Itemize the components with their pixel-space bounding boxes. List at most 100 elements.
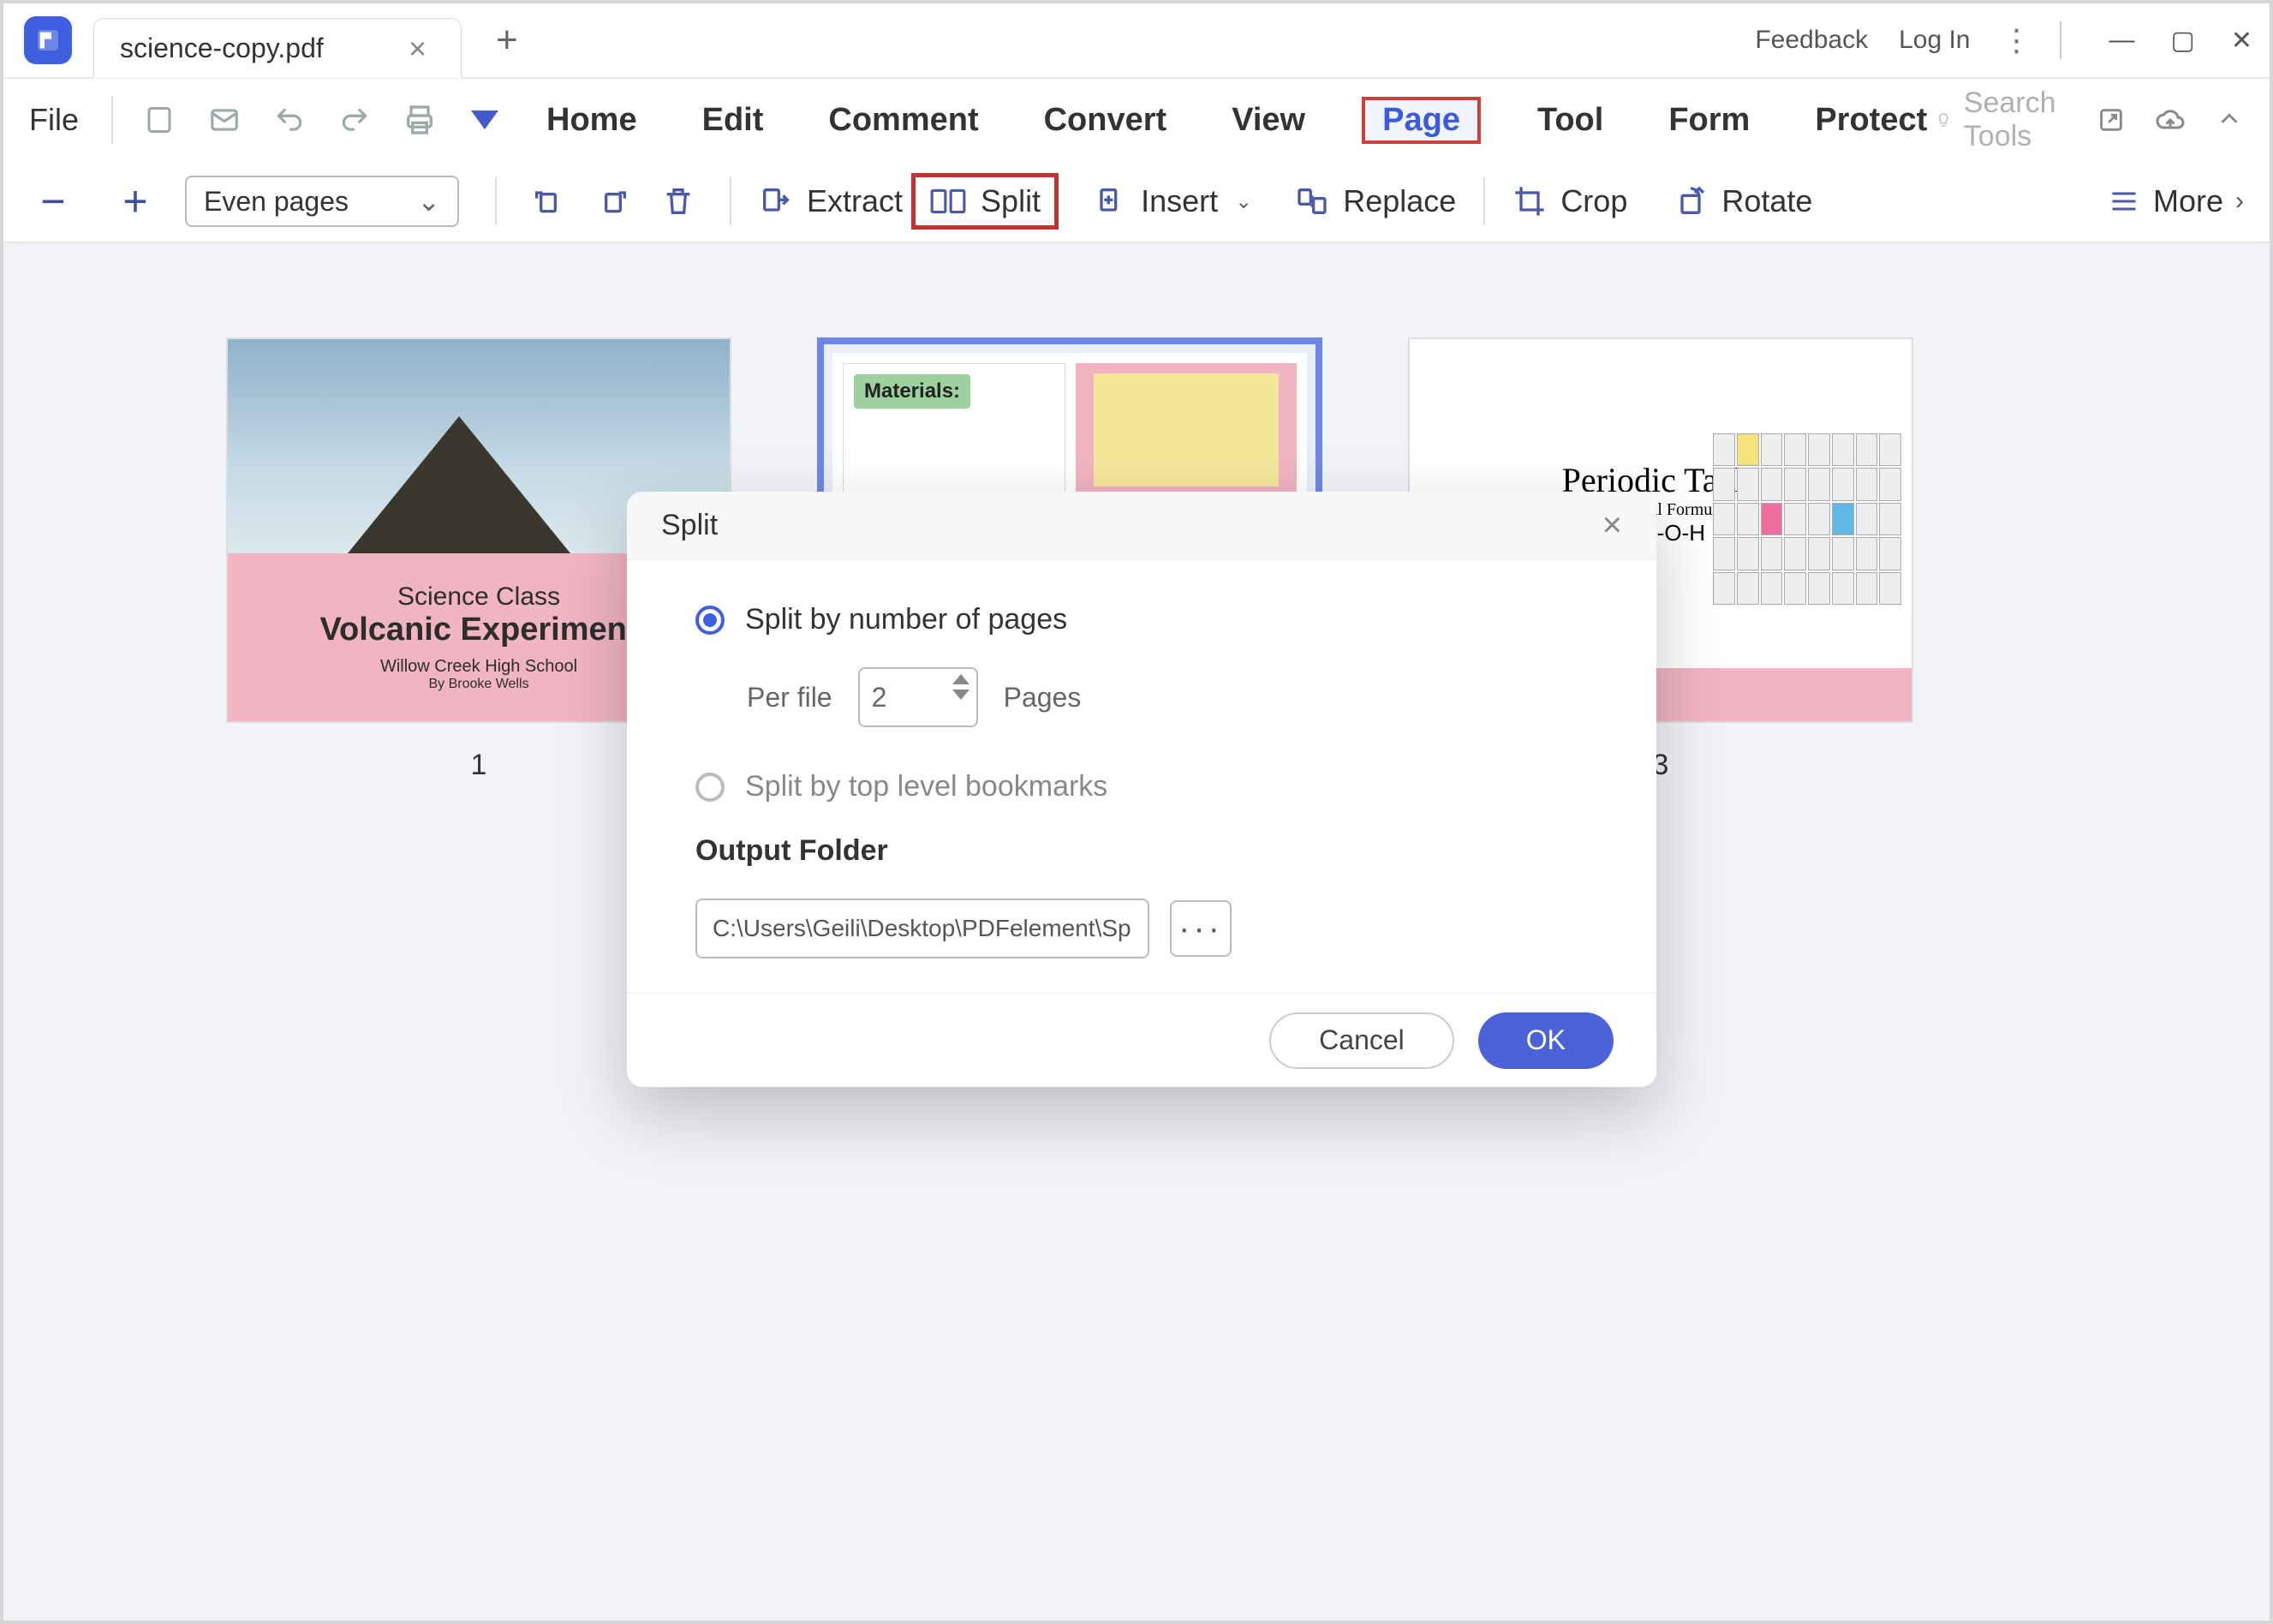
radio-split-by-pages-label: Split by number of pages bbox=[745, 603, 1067, 636]
thumb1-line1: Science Class bbox=[397, 582, 560, 612]
rotate-left-button[interactable] bbox=[516, 173, 581, 230]
insert-icon bbox=[1093, 184, 1127, 218]
replace-label: Replace bbox=[1343, 183, 1456, 219]
chevron-down-icon: ⌄ bbox=[1235, 189, 1252, 214]
file-menu[interactable]: File bbox=[29, 102, 79, 138]
menu-home[interactable]: Home bbox=[538, 97, 646, 144]
zoom-in-button[interactable]: + bbox=[111, 176, 159, 226]
menu-tool[interactable]: Tool bbox=[1529, 97, 1612, 144]
thumb2-materials-label: Materials: bbox=[854, 374, 970, 409]
menu-form[interactable]: Form bbox=[1660, 97, 1758, 144]
chevron-right-icon: › bbox=[2235, 187, 2244, 216]
separator bbox=[495, 177, 497, 225]
redo-icon[interactable] bbox=[336, 101, 373, 139]
separator bbox=[2060, 21, 2061, 59]
mail-icon[interactable] bbox=[206, 101, 243, 139]
menu-page[interactable]: Page bbox=[1362, 97, 1481, 144]
app-logo-icon bbox=[24, 16, 72, 64]
extract-icon bbox=[759, 184, 793, 218]
menu-convert[interactable]: Convert bbox=[1035, 97, 1176, 144]
bulb-icon bbox=[1936, 107, 1952, 133]
search-tools-placeholder: Search Tools bbox=[1964, 87, 2067, 153]
output-path-value: C:\Users\Geili\Desktop\PDFelement\Sp bbox=[713, 915, 1131, 942]
chevron-down-icon: ⌄ bbox=[417, 185, 440, 218]
radio-split-by-bookmarks-label: Split by top level bookmarks bbox=[745, 770, 1107, 803]
separator bbox=[111, 96, 113, 144]
document-tab-title: science-copy.pdf bbox=[120, 33, 324, 64]
replace-button[interactable]: Replace bbox=[1286, 173, 1465, 230]
page-number-1: 1 bbox=[471, 749, 487, 782]
page-filter-value: Even pages bbox=[204, 186, 349, 218]
kebab-menu-icon[interactable]: ⋮ bbox=[2002, 22, 2029, 58]
split-icon bbox=[929, 184, 967, 218]
output-path-input[interactable]: C:\Users\Geili\Desktop\PDFelement\Sp bbox=[695, 899, 1149, 958]
rotate-label: Rotate bbox=[1721, 183, 1812, 219]
split-button[interactable]: Split bbox=[911, 173, 1059, 230]
insert-label: Insert bbox=[1141, 183, 1218, 219]
title-bar: science-copy.pdf × + Feedback Log In ⋮ —… bbox=[3, 3, 2270, 79]
separator bbox=[730, 177, 731, 225]
thumb1-line3: Willow Creek High School bbox=[380, 657, 577, 677]
periodic-table-icon bbox=[1713, 433, 1901, 605]
per-file-unit: Pages bbox=[1004, 682, 1082, 713]
more-icon bbox=[2107, 186, 2141, 217]
menu-edit[interactable]: Edit bbox=[694, 97, 773, 144]
open-external-icon[interactable] bbox=[2097, 105, 2126, 134]
more-label: More bbox=[2153, 183, 2223, 219]
radio-split-by-bookmarks[interactable]: Split by top level bookmarks bbox=[695, 770, 1588, 803]
maximize-icon[interactable]: ▢ bbox=[2171, 26, 2195, 56]
login-link[interactable]: Log In bbox=[1899, 26, 1970, 55]
zoom-out-button[interactable]: − bbox=[29, 176, 77, 226]
new-tab-button[interactable]: + bbox=[496, 19, 518, 62]
delete-page-button[interactable] bbox=[646, 173, 711, 230]
crop-label: Crop bbox=[1560, 183, 1627, 219]
output-folder-label: Output Folder bbox=[695, 834, 1588, 868]
insert-button[interactable]: Insert ⌄ bbox=[1084, 173, 1261, 230]
page-filter-select[interactable]: Even pages ⌄ bbox=[185, 176, 459, 227]
extract-label: Extract bbox=[807, 183, 903, 219]
close-dialog-icon[interactable]: × bbox=[1602, 506, 1622, 545]
rotate-button[interactable]: Rotate bbox=[1665, 173, 1821, 230]
menu-view[interactable]: View bbox=[1223, 97, 1314, 144]
thumb1-line2: Volcanic Experiment bbox=[320, 612, 638, 648]
per-file-value: 2 bbox=[872, 682, 887, 713]
extract-button[interactable]: Extract bbox=[750, 173, 911, 230]
radio-unchecked-icon bbox=[695, 773, 725, 802]
close-window-icon[interactable]: ✕ bbox=[2231, 26, 2252, 56]
close-tab-icon[interactable]: × bbox=[409, 31, 427, 67]
spinner-down-icon[interactable] bbox=[952, 690, 969, 700]
per-file-spinner[interactable]: 2 bbox=[858, 667, 978, 727]
menu-protect[interactable]: Protect bbox=[1806, 97, 1936, 144]
crop-icon bbox=[1512, 184, 1547, 218]
collapse-ribbon-icon[interactable] bbox=[2215, 105, 2244, 134]
spinner-up-icon[interactable] bbox=[952, 674, 969, 684]
crop-button[interactable]: Crop bbox=[1504, 173, 1636, 230]
quick-access-dropdown-icon[interactable] bbox=[466, 101, 504, 139]
more-button[interactable]: More › bbox=[2107, 183, 2244, 219]
cloud-upload-icon[interactable] bbox=[2155, 104, 2186, 135]
per-file-label: Per file bbox=[747, 682, 832, 713]
browse-folder-button[interactable]: ··· bbox=[1170, 900, 1232, 957]
dialog-header: Split × bbox=[627, 492, 1656, 560]
rotate-right-button[interactable] bbox=[581, 173, 646, 230]
undo-icon[interactable] bbox=[271, 101, 308, 139]
main-menu: Home Edit Comment Convert View Page Tool… bbox=[538, 97, 1936, 144]
thumb1-line4: By Brooke Wells bbox=[428, 677, 528, 692]
search-tools-input[interactable]: Search Tools bbox=[1936, 87, 2067, 153]
new-blank-icon[interactable] bbox=[140, 101, 178, 139]
split-dialog: Split × Split by number of pages Per fil… bbox=[627, 492, 1656, 1087]
document-tab[interactable]: science-copy.pdf × bbox=[93, 18, 462, 78]
cancel-button[interactable]: Cancel bbox=[1269, 1012, 1454, 1069]
menu-comment[interactable]: Comment bbox=[820, 97, 987, 144]
print-icon[interactable] bbox=[401, 101, 438, 139]
radio-checked-icon bbox=[695, 606, 725, 635]
replace-icon bbox=[1295, 184, 1329, 218]
minimize-icon[interactable]: — bbox=[2109, 26, 2135, 55]
ok-button[interactable]: OK bbox=[1478, 1012, 1614, 1069]
rotate-icon bbox=[1673, 184, 1708, 218]
dialog-title: Split bbox=[661, 509, 718, 542]
separator bbox=[1483, 177, 1485, 225]
radio-split-by-pages[interactable]: Split by number of pages bbox=[695, 603, 1588, 636]
feedback-link[interactable]: Feedback bbox=[1755, 26, 1868, 55]
page-toolbar: − + Even pages ⌄ Extract Split Insert ⌄ … bbox=[3, 161, 2270, 243]
